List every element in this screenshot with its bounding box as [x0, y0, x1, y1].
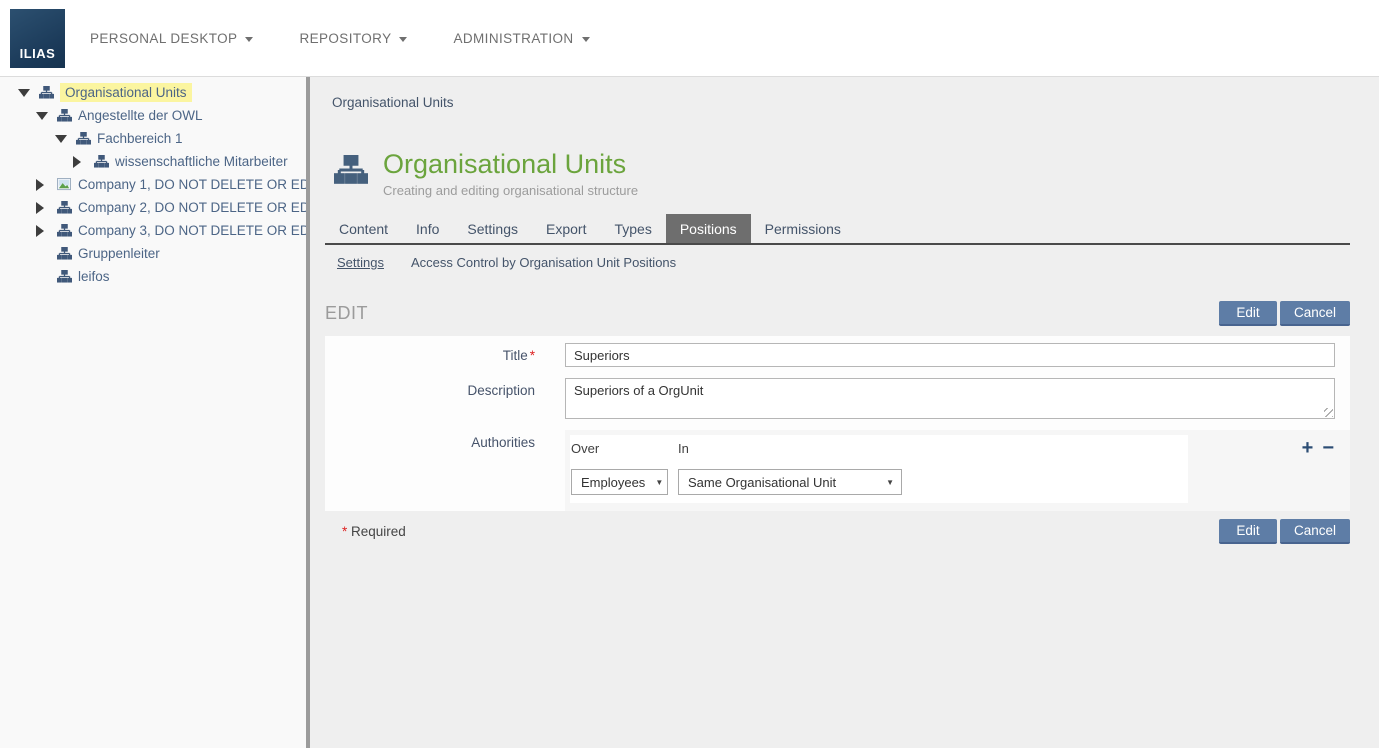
main-menu: PERSONAL DESKTOP REPOSITORY ADMINISTRATI…: [90, 0, 590, 77]
subtab-access-control[interactable]: Access Control by Organisation Unit Posi…: [411, 255, 676, 270]
tab-info[interactable]: Info: [402, 214, 453, 243]
authority-over-select[interactable]: Employees ▼: [571, 469, 668, 495]
orgunit-icon: [57, 247, 72, 260]
cancel-button-bottom[interactable]: Cancel: [1280, 519, 1350, 544]
menu-administration[interactable]: ADMINISTRATION: [453, 31, 589, 46]
subtab-settings[interactable]: Settings: [337, 255, 384, 270]
page-subtitle: Creating and editing organisational stru…: [383, 183, 638, 198]
menu-personal-desktop-label: PERSONAL DESKTOP: [90, 31, 237, 46]
tree-collapse-icon[interactable]: [55, 135, 76, 143]
authority-over-header: Over: [571, 441, 678, 456]
tree-item-label: Angestellte der OWL: [78, 108, 203, 123]
authorities-panel: Over Employees ▼ In Same Organi: [565, 430, 1350, 511]
orgunit-icon: [57, 109, 72, 122]
tree-item-label: Fachbereich 1: [97, 131, 183, 146]
picture-icon: [57, 178, 72, 191]
chevron-down-icon: [582, 37, 590, 42]
breadcrumb[interactable]: Organisational Units: [332, 95, 454, 110]
tab-export[interactable]: Export: [532, 214, 600, 243]
orgunit-header-icon: [334, 155, 368, 185]
tab-permissions[interactable]: Permissions: [751, 214, 855, 243]
tree-item-label: Gruppenleiter: [78, 246, 160, 261]
tree-item-angestellte-der-owl[interactable]: Angestellte der OWL: [0, 104, 306, 127]
edit-button-bottom[interactable]: Edit: [1219, 519, 1277, 544]
authority-in-header: In: [678, 441, 918, 456]
authority-over-value: Employees: [581, 475, 645, 490]
remove-authority-icon[interactable]: −: [1322, 438, 1334, 458]
tree-item-leifos[interactable]: leifos: [0, 265, 306, 288]
edit-position-form: Title* Description Superiors of a OrgUni…: [325, 336, 1350, 511]
tree-item-company-2[interactable]: Company 2, DO NOT DELETE OR EDIT!!!: [0, 196, 306, 219]
tree-collapse-icon[interactable]: [36, 112, 57, 120]
required-asterisk: *: [530, 348, 535, 363]
tree-item-label: leifos: [78, 269, 110, 284]
tab-bar: Content Info Settings Export Types Posit…: [325, 214, 1350, 245]
orgunit-icon: [57, 224, 72, 237]
tree-item-organisational-units[interactable]: Organisational Units: [0, 81, 306, 104]
tree-item-label: Company 1, DO NOT DELETE OR EDIT!!!: [78, 177, 306, 192]
tab-types[interactable]: Types: [600, 214, 665, 243]
menu-repository-label: REPOSITORY: [299, 31, 391, 46]
orgunit-icon: [94, 155, 109, 168]
authorities-label: Authorities: [325, 430, 565, 511]
subtab-bar: Settings Access Control by Organisation …: [325, 245, 1350, 281]
edit-button-top[interactable]: Edit: [1219, 301, 1277, 326]
page-title: Organisational Units: [383, 149, 638, 180]
tree-item-label: Organisational Units: [60, 83, 192, 102]
title-label: Title*: [325, 343, 565, 367]
menu-personal-desktop[interactable]: PERSONAL DESKTOP: [90, 31, 253, 46]
repository-tree-sidebar: Organisational Units Angestellte der OWL…: [0, 77, 306, 748]
tree-item-company-3[interactable]: Company 3, DO NOT DELETE OR EDIT!!!: [0, 219, 306, 242]
ilias-logo[interactable]: ILIAS: [10, 9, 65, 68]
chevron-down-icon: [399, 37, 407, 42]
menu-administration-label: ADMINISTRATION: [453, 31, 573, 46]
page-header: Organisational Units Creating and editin…: [334, 149, 1350, 198]
orgunit-icon: [57, 270, 72, 283]
orgunit-icon: [76, 132, 91, 145]
chevron-down-icon: [245, 37, 253, 42]
main-content: Organisational Units Organisational Unit…: [310, 77, 1379, 748]
description-textarea[interactable]: Superiors of a OrgUnit: [565, 378, 1335, 419]
tree-item-company-1[interactable]: Company 1, DO NOT DELETE OR EDIT!!!: [0, 173, 306, 196]
description-textarea-wrap: Superiors of a OrgUnit: [565, 378, 1335, 419]
form-section-title: EDIT: [325, 303, 368, 324]
tree-expand-icon[interactable]: [36, 225, 57, 237]
tree-expand-icon[interactable]: [73, 156, 94, 168]
description-label: Description: [325, 378, 565, 419]
tab-content[interactable]: Content: [325, 214, 402, 243]
required-note: * Required: [340, 524, 406, 539]
title-input[interactable]: [565, 343, 1335, 367]
top-navbar: ILIAS PERSONAL DESKTOP REPOSITORY ADMINI…: [0, 0, 1379, 77]
tab-settings[interactable]: Settings: [453, 214, 532, 243]
menu-repository[interactable]: REPOSITORY: [299, 31, 407, 46]
authority-in-value: Same Organisational Unit: [688, 475, 836, 490]
cancel-button-top[interactable]: Cancel: [1280, 301, 1350, 326]
tree-item-label: wissenschaftliche Mitarbeiter: [115, 154, 288, 169]
select-caret-icon: ▼: [655, 478, 663, 487]
authority-in-select[interactable]: Same Organisational Unit ▼: [678, 469, 902, 495]
required-asterisk: *: [342, 524, 347, 539]
tree-item-wissenschaftliche-mitarbeiter[interactable]: wissenschaftliche Mitarbeiter: [0, 150, 306, 173]
orgunit-icon: [39, 86, 54, 99]
tree-expand-icon[interactable]: [36, 179, 57, 191]
tree-item-gruppenleiter[interactable]: Gruppenleiter: [0, 242, 306, 265]
tree-item-fachbereich-1[interactable]: Fachbereich 1: [0, 127, 306, 150]
tree-item-label: Company 2, DO NOT DELETE OR EDIT!!!: [78, 200, 306, 215]
tree-item-label: Company 3, DO NOT DELETE OR EDIT!!!: [78, 223, 306, 238]
tree-collapse-icon[interactable]: [18, 89, 39, 97]
select-caret-icon: ▼: [886, 478, 894, 487]
orgunit-icon: [57, 201, 72, 214]
tree-expand-icon[interactable]: [36, 202, 57, 214]
tab-positions[interactable]: Positions: [666, 214, 751, 243]
add-authority-icon[interactable]: +: [1302, 438, 1314, 458]
